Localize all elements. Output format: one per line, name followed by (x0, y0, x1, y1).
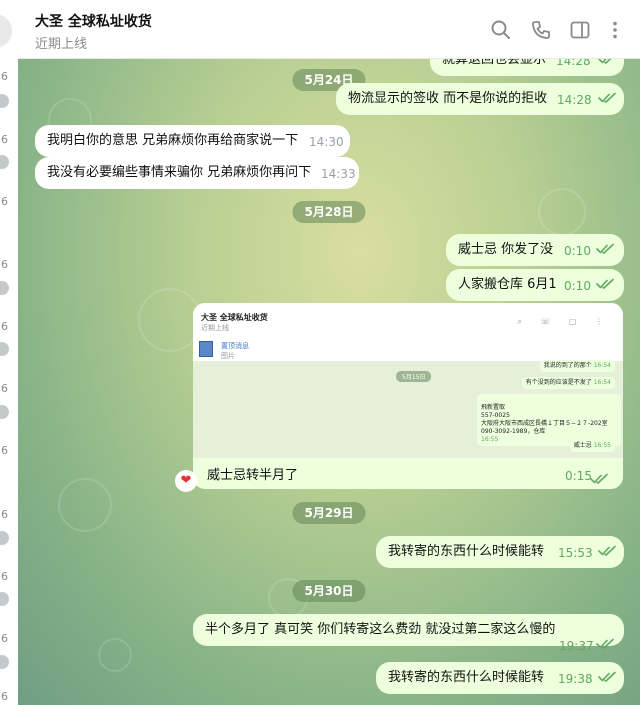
chat-list-count: 6 (1, 632, 8, 645)
chat-list-count: 6 (1, 320, 8, 333)
double-check-icon (598, 671, 616, 683)
outgoing-message[interactable]: 我转寄的东西什么时候能转 15:53 (376, 536, 624, 568)
outgoing-message[interactable]: 威士忌 你发了没 0:10 (446, 234, 624, 266)
message-text: 半个多月了 真可笑 你们转寄这么费劲 就没过第二家这么慢的 (205, 622, 556, 637)
unread-badge (0, 655, 9, 669)
photo-bubble-time: 16:55 (593, 442, 611, 449)
message-time: 0:10 (564, 244, 591, 258)
photo-date-separator: 5月15日 (396, 371, 432, 382)
message-text: 物流显示的签收 而不是你说的拒收 (348, 91, 548, 106)
photo-header-icons: ⌕ ☏ ▢ ⋮ (517, 317, 611, 326)
message-time: 19:38 (558, 672, 593, 686)
double-check-icon (596, 278, 614, 290)
outgoing-message[interactable]: 就算退回也会显示 14:28 (430, 58, 624, 76)
message-time: 14:33 (321, 167, 356, 181)
photo-bubble-time: 16:54 (593, 362, 611, 369)
unread-badge (0, 592, 9, 606)
photo-bubble-time: 16:54 (593, 379, 611, 386)
message-text: 我没有必要编些事情来骗你 兄弟麻烦你再问下 (47, 165, 312, 180)
unread-badge (0, 155, 9, 169)
photo-message[interactable]: 大圣 全球私址收货 近期上线 ⌕ ☏ ▢ ⋮ 置顶消息 图片 5月15日 我说的… (193, 303, 623, 489)
message-text: 我转寄的东西什么时候能转 (388, 670, 545, 685)
chat-list-count: 6 (1, 382, 8, 395)
phone-icon[interactable] (530, 19, 552, 41)
chat-list-count: 6 (1, 258, 8, 271)
sidebar-toggle-icon[interactable] (569, 19, 591, 41)
chat-avatar[interactable] (0, 14, 12, 48)
photo-bubble-text: 飛新置取 557-0025 大阪府大阪市西成区長橋１丁目５−２７-202室 09… (481, 404, 608, 435)
photo-bubble: 威士忌 16:55 (569, 440, 615, 452)
chat-list-count: 6 (1, 570, 8, 583)
photo-chat-title: 大圣 全球私址收货 (201, 313, 268, 322)
unread-badge (0, 342, 9, 356)
chat-list-count: 6 (1, 70, 8, 83)
chat-list-count: 6 (1, 444, 8, 457)
message-text: 我转寄的东西什么时候能转 (388, 544, 545, 559)
chat-list-count: 6 (1, 508, 8, 521)
message-time: 14:28 (557, 93, 592, 107)
photo-pinned-title: 置顶消息 (221, 342, 249, 350)
message-list[interactable]: 就算退回也会显示 14:28 5月24日 物流显示的签收 而不是你说的拒收 14… (18, 58, 640, 705)
date-separator: 5月28日 (292, 201, 366, 223)
photo-header: 大圣 全球私址收货 近期上线 ⌕ ☏ ▢ ⋮ 置顶消息 图片 (193, 303, 623, 361)
heart-reaction-icon[interactable]: ❤ (175, 470, 197, 492)
background-doodle (98, 638, 132, 672)
background-doodle (58, 478, 112, 532)
last-seen-status: 近期上线 (35, 37, 88, 52)
outgoing-message[interactable]: 人家搬仓库 6月1 0:10 (446, 269, 624, 301)
photo-bubble-text: 威士忌 (573, 442, 592, 449)
background-doodle (538, 188, 586, 236)
incoming-message[interactable]: 我没有必要编些事情来骗你 兄弟麻烦你再问下 14:33 (35, 157, 359, 189)
outgoing-message[interactable]: 物流显示的签收 而不是你说的拒收 14:28 (336, 83, 624, 115)
unread-badge (0, 405, 9, 419)
message-time: 0:10 (564, 279, 591, 293)
outgoing-message[interactable]: 我转寄的东西什么时候能转 19:38 (376, 662, 624, 694)
photo-attachment[interactable]: 大圣 全球私址收货 近期上线 ⌕ ☏ ▢ ⋮ 置顶消息 图片 5月15日 我说的… (193, 303, 623, 458)
double-check-icon (598, 545, 616, 557)
chat-list-count: 6 (1, 133, 8, 146)
chat-header[interactable]: 大圣 全球私址收货 近期上线 (18, 0, 640, 59)
photo-bubble-text: 我说的到了的那个 (543, 362, 592, 369)
message-text: 就算退回也会显示 (442, 58, 547, 67)
telegram-window: 6 6 6 6 6 6 6 6 6 6 6 大圣 全球私址收货 近期上线 就算退… (0, 0, 640, 705)
pinned-thumbnail-icon (199, 341, 213, 357)
double-check-icon (598, 58, 616, 65)
photo-chat-status: 近期上线 (201, 324, 229, 332)
search-icon[interactable] (490, 19, 512, 41)
message-text: 人家搬仓库 6月1 (458, 277, 557, 292)
message-time: 14:28 (556, 58, 591, 68)
message-time: 15:53 (558, 546, 593, 560)
photo-bubble: 我说的到了的那个 16:54 (539, 360, 615, 372)
chat-list-count: 6 (1, 690, 8, 703)
message-text: 威士忌 你发了没 (458, 242, 554, 257)
photo-bubble-time: 16:55 (481, 436, 499, 443)
message-time: 0:15 (565, 469, 592, 483)
outgoing-message[interactable]: 半个多月了 真可笑 你们转寄这么费劲 就没过第二家这么慢的 19:37 (193, 614, 624, 653)
photo-bubble: 飛新置取 557-0025 大阪府大阪市西成区長橋１丁目５−２７-202室 09… (477, 394, 621, 446)
double-check-icon (596, 638, 614, 650)
unread-badge (0, 281, 9, 295)
more-vertical-icon[interactable] (604, 19, 626, 41)
message-time: 14:30 (309, 135, 344, 149)
photo-caption: 威士忌转半月了 (207, 468, 299, 483)
double-check-icon (598, 92, 616, 104)
message-text: 我明白你的意思 兄弟麻烦你再给商家说一下 (47, 133, 299, 148)
unread-badge (0, 531, 9, 545)
date-separator: 5月30日 (292, 580, 366, 602)
chat-list-sliver[interactable]: 6 6 6 6 6 6 6 6 6 6 6 (0, 0, 19, 705)
date-separator: 5月29日 (292, 502, 366, 524)
photo-bubble-text: 有个没到的应该是不发了 (525, 379, 592, 386)
message-time: 19:37 (559, 639, 594, 653)
photo-bubble: 有个没到的应该是不发了 16:54 (521, 377, 615, 389)
incoming-message[interactable]: 我明白你的意思 兄弟麻烦你再给商家说一下 14:30 (35, 125, 350, 157)
double-check-icon (590, 470, 608, 489)
unread-badge (0, 94, 9, 108)
photo-pinned-subtitle: 图片 (221, 352, 235, 360)
chat-list-count: 6 (1, 195, 8, 208)
double-check-icon (596, 243, 614, 255)
chat-title[interactable]: 大圣 全球私址收货 (35, 11, 152, 31)
